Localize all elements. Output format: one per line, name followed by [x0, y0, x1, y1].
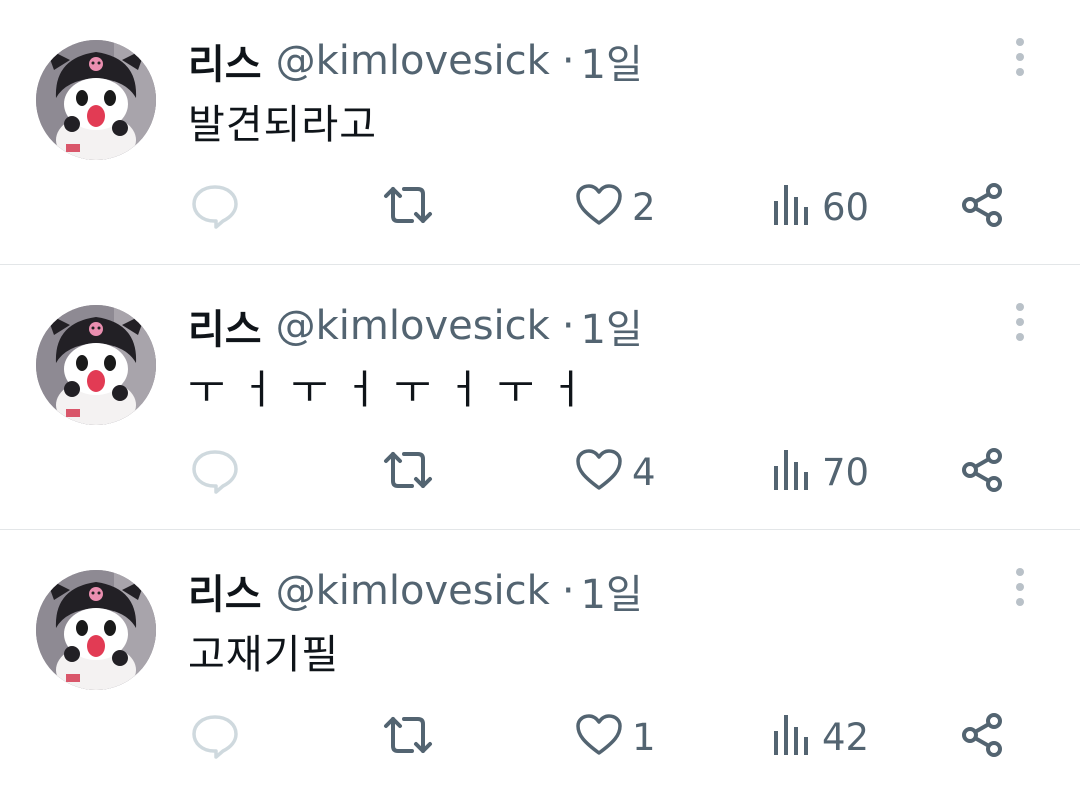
avatar[interactable]	[36, 570, 156, 690]
avatar[interactable]	[36, 305, 156, 425]
reply-button[interactable]	[190, 706, 248, 768]
like-count: 2	[632, 185, 656, 229]
tweet-header: 리스 @kimlovesick · 1일	[188, 299, 643, 353]
views-button[interactable]: 42	[770, 706, 869, 768]
like-count: 1	[632, 715, 656, 759]
author-name[interactable]: 리스	[188, 297, 262, 355]
timestamp[interactable]: 1일	[581, 297, 643, 355]
more-vertical-icon[interactable]	[1004, 566, 1036, 608]
tweet-actions: 4 70	[0, 441, 1080, 503]
avatar[interactable]	[36, 40, 156, 160]
author-handle[interactable]: @kimlovesick	[276, 303, 550, 349]
retweet-icon	[380, 710, 436, 764]
views-button[interactable]: 70	[770, 441, 869, 503]
retweet-icon	[380, 180, 436, 234]
retweet-button[interactable]	[380, 176, 444, 238]
tweet-actions: 1 42	[0, 706, 1080, 768]
views-chart-icon	[770, 183, 814, 231]
author-name[interactable]: 리스	[188, 32, 262, 90]
reply-button[interactable]	[190, 176, 248, 238]
like-count: 4	[632, 450, 656, 494]
more-vertical-icon[interactable]	[1004, 36, 1036, 78]
retweet-button[interactable]	[380, 441, 444, 503]
heart-icon	[574, 445, 624, 499]
reply-button[interactable]	[190, 441, 248, 503]
heart-icon	[574, 180, 624, 234]
tweet-text: 발견되라고	[188, 102, 377, 148]
views-button[interactable]: 60	[770, 176, 869, 238]
author-name[interactable]: 리스	[188, 562, 262, 620]
views-chart-icon	[770, 713, 814, 761]
tweet-text: 고재기필	[188, 632, 340, 678]
view-count: 42	[822, 715, 870, 759]
separator-dot: ·	[561, 303, 575, 349]
share-icon	[958, 180, 1008, 234]
tweet-feed: 리스 @kimlovesick · 1일 발견되라고 2 60 리스 @kiml…	[0, 0, 1080, 793]
more-vertical-icon[interactable]	[1004, 301, 1036, 343]
share-icon	[958, 445, 1008, 499]
heart-icon	[574, 710, 624, 764]
tweet-actions: 2 60	[0, 176, 1080, 238]
share-icon	[958, 710, 1008, 764]
view-count: 60	[822, 185, 870, 229]
timestamp[interactable]: 1일	[581, 562, 643, 620]
tweet-text: ㅜ ㅓ ㅜ ㅓ ㅜ ㅓ ㅜ ㅓ	[188, 367, 587, 413]
author-handle[interactable]: @kimlovesick	[276, 38, 550, 84]
reply-icon	[190, 710, 240, 764]
like-button[interactable]: 2	[574, 176, 656, 238]
separator-dot: ·	[561, 38, 575, 84]
timestamp[interactable]: 1일	[581, 32, 643, 90]
share-button[interactable]	[958, 441, 1008, 503]
share-button[interactable]	[958, 176, 1008, 238]
retweet-icon	[380, 445, 436, 499]
share-button[interactable]	[958, 706, 1008, 768]
separator-dot: ·	[561, 568, 575, 614]
views-chart-icon	[770, 448, 814, 496]
tweet-header: 리스 @kimlovesick · 1일	[188, 34, 643, 88]
retweet-button[interactable]	[380, 706, 444, 768]
view-count: 70	[822, 450, 870, 494]
tweet-header: 리스 @kimlovesick · 1일	[188, 564, 643, 618]
reply-icon	[190, 445, 240, 499]
like-button[interactable]: 4	[574, 441, 656, 503]
tweet[interactable]: 리스 @kimlovesick · 1일 발견되라고 2 60	[0, 0, 1080, 264]
reply-icon	[190, 180, 240, 234]
author-handle[interactable]: @kimlovesick	[276, 568, 550, 614]
tweet[interactable]: 리스 @kimlovesick · 1일 ㅜ ㅓ ㅜ ㅓ ㅜ ㅓ ㅜ ㅓ 4 7…	[0, 265, 1080, 529]
tweet[interactable]: 리스 @kimlovesick · 1일 고재기필 1 42	[0, 530, 1080, 794]
like-button[interactable]: 1	[574, 706, 656, 768]
